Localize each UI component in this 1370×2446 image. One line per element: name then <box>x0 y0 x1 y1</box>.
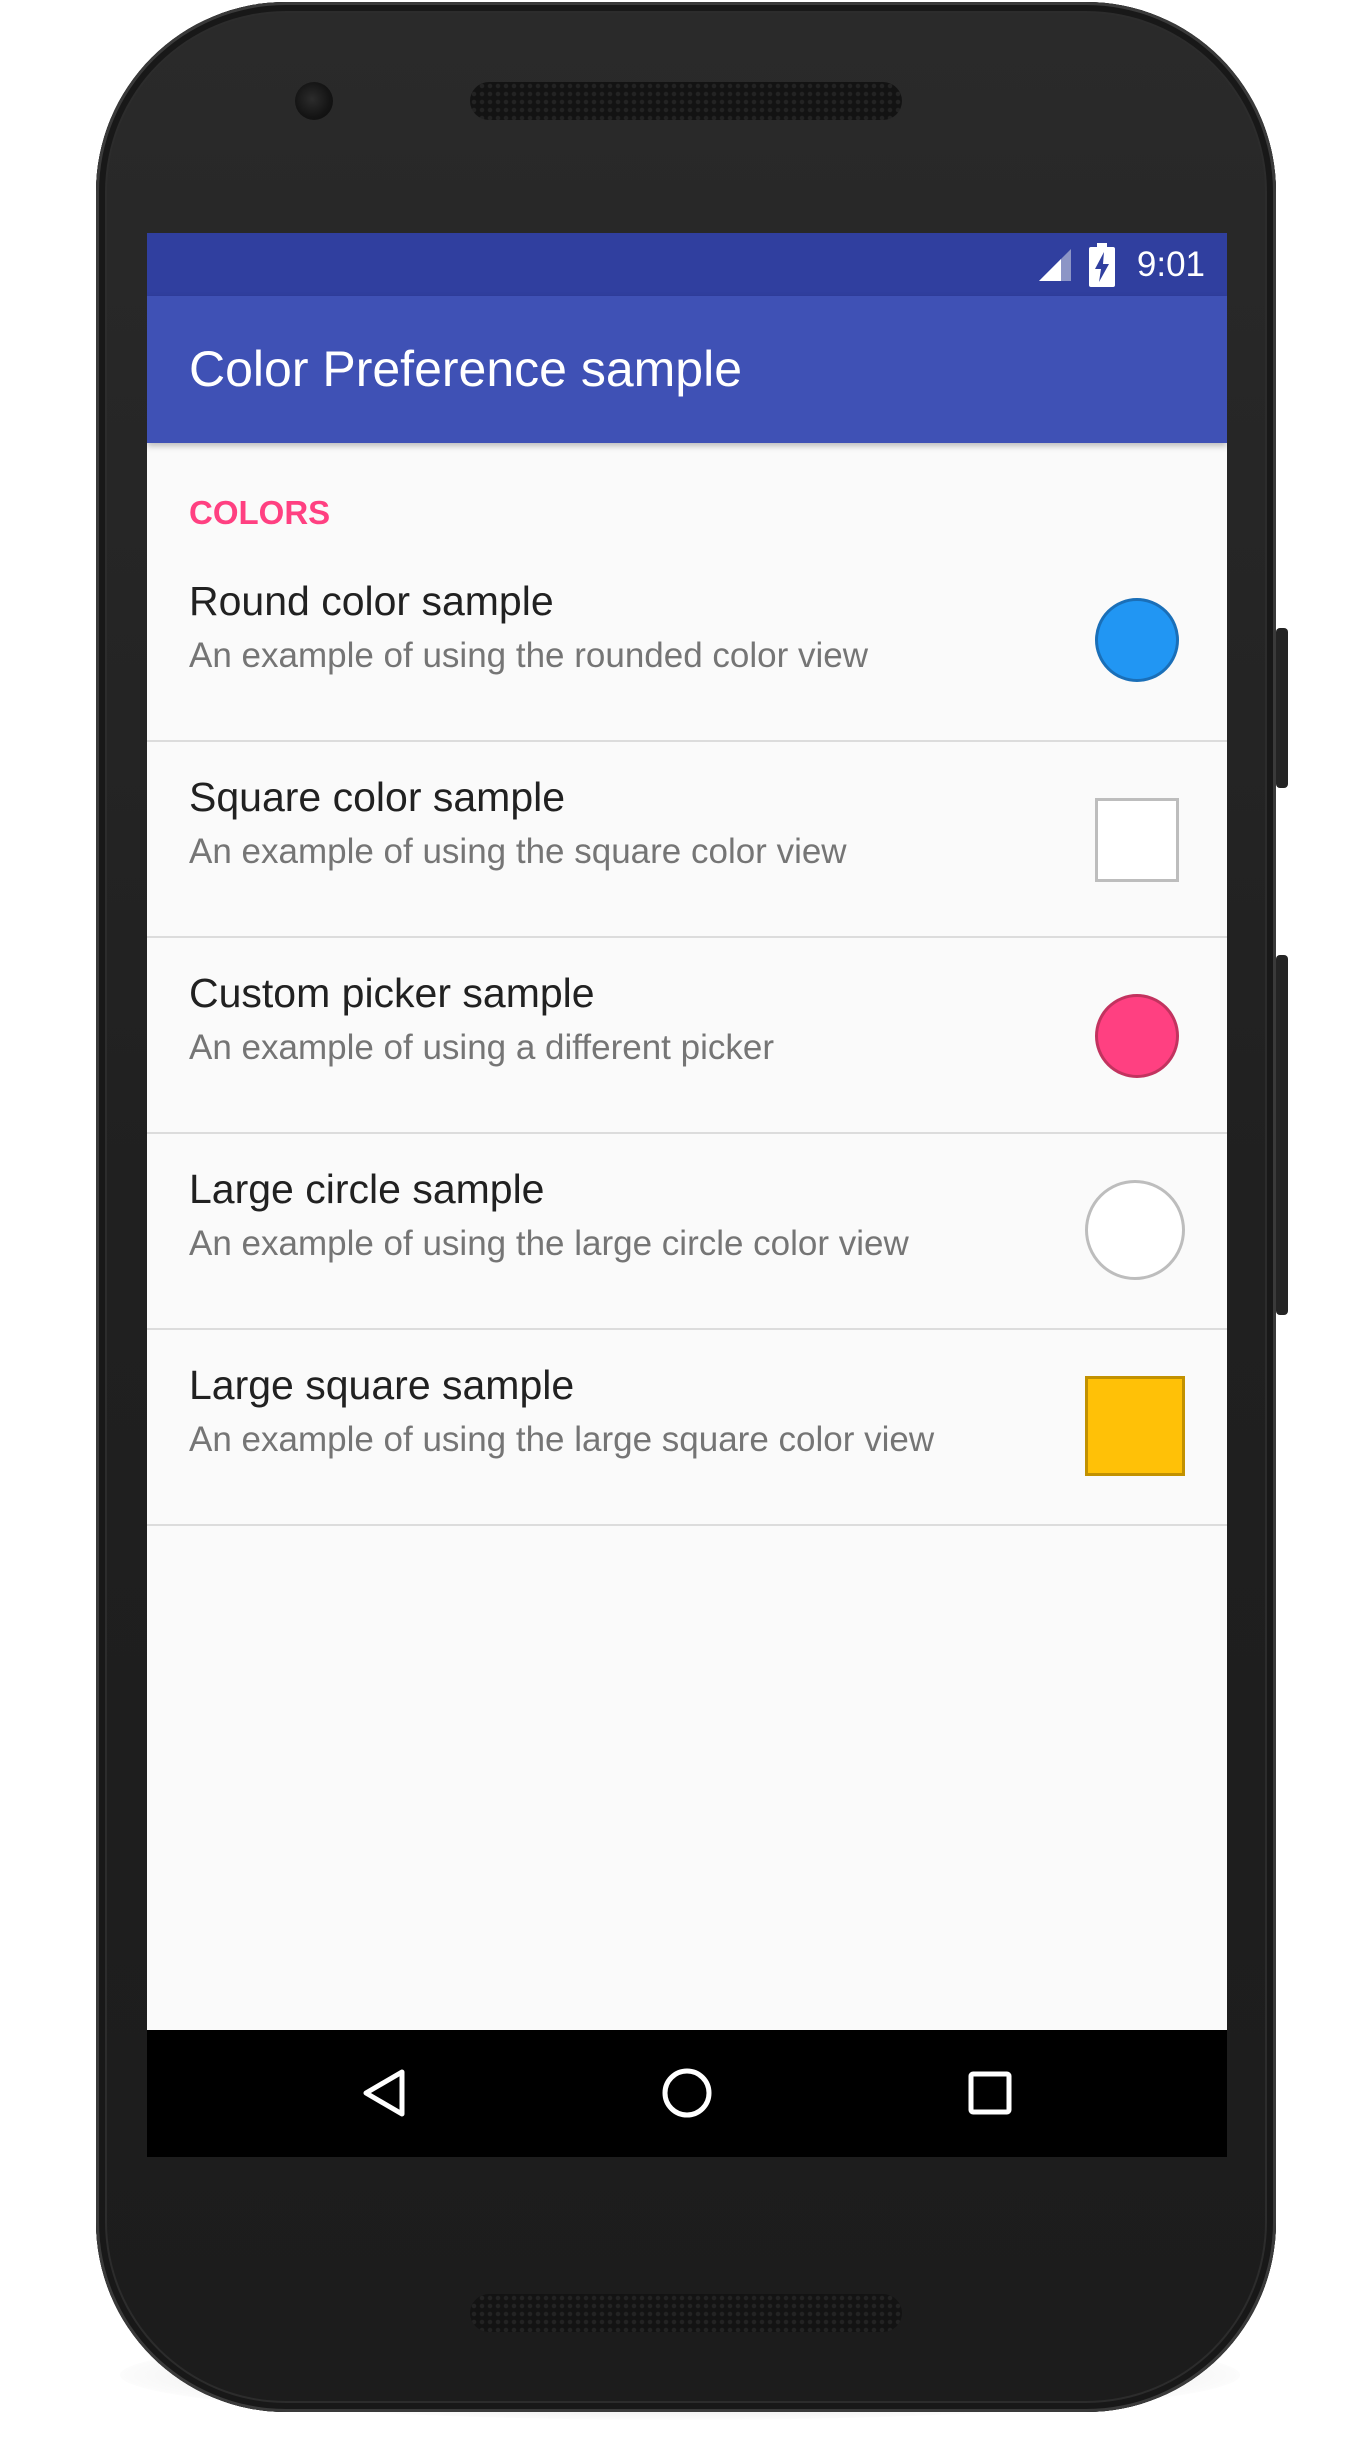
app-title: Color Preference sample <box>189 341 743 397</box>
color-swatch-custom[interactable] <box>1095 994 1179 1078</box>
pref-title: Round color sample <box>189 578 554 624</box>
color-swatch-large-square[interactable] <box>1085 1376 1185 1476</box>
pref-title: Square color sample <box>189 774 566 820</box>
status-bar: 9:01 <box>147 233 1227 296</box>
top-speaker-grille <box>470 82 902 120</box>
category-header: COLORS <box>189 494 331 531</box>
front-camera-icon <box>295 82 333 120</box>
color-swatch-round[interactable] <box>1095 598 1179 682</box>
pref-large-circle[interactable]: Large circle sample An example of using … <box>147 1134 1227 1330</box>
pref-summary: An example of using the large circle col… <box>189 1224 909 1263</box>
pref-title: Large square sample <box>189 1362 575 1408</box>
pref-summary: An example of using the large square col… <box>189 1420 935 1459</box>
pref-title: Custom picker sample <box>189 970 595 1016</box>
back-icon <box>363 2069 405 2117</box>
navigation-bar <box>147 2030 1227 2157</box>
color-swatch-square[interactable] <box>1095 798 1179 882</box>
status-icons: 9:01 <box>1035 233 1205 296</box>
status-time: 9:01 <box>1136 244 1205 284</box>
pref-title: Large circle sample <box>189 1166 545 1212</box>
pref-square-color[interactable]: Square color sample An example of using … <box>147 742 1227 938</box>
signal-icon <box>1038 248 1071 281</box>
pref-large-square[interactable]: Large square sample An example of using … <box>147 1330 1227 1526</box>
app-bar: Color Preference sample <box>147 296 1227 443</box>
home-button[interactable] <box>657 2063 717 2123</box>
bottom-speaker-grille <box>470 2294 902 2332</box>
pref-summary: An example of using a different picker <box>189 1028 774 1067</box>
battery-charging-icon <box>1088 242 1115 287</box>
recents-button[interactable] <box>960 2063 1020 2123</box>
home-icon <box>662 2068 712 2118</box>
pref-custom-picker[interactable]: Custom picker sample An example of using… <box>147 938 1227 1134</box>
power-button <box>1276 628 1288 788</box>
recents-icon <box>968 2071 1012 2115</box>
pref-summary: An example of using the square color vie… <box>189 832 847 871</box>
volume-button <box>1276 955 1288 1315</box>
back-button[interactable] <box>355 2063 415 2123</box>
phone-screen: 9:01 Color Preference sample COLORS Roun… <box>147 233 1227 2157</box>
pref-round-color[interactable]: Round color sample An example of using t… <box>147 546 1227 742</box>
color-swatch-large-circle[interactable] <box>1085 1180 1185 1280</box>
pref-summary: An example of using the rounded color vi… <box>189 636 869 675</box>
